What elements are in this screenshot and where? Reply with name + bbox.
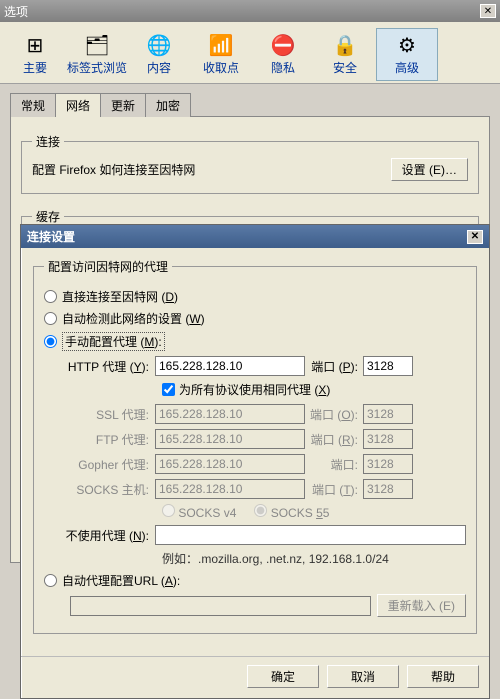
reload-button: 重新载入 (E) bbox=[377, 594, 466, 617]
gopher-proxy-row: Gopher 代理: 端口: bbox=[50, 454, 466, 474]
noproxy-input[interactable] bbox=[155, 525, 466, 545]
privacy-icon: ⛔ bbox=[271, 33, 295, 57]
ftp-proxy-row: FTP 代理: 端口 (R): bbox=[50, 429, 466, 449]
connection-settings-dialog: 连接设置 ✕ 配置访问因特网的代理 直接连接至因特网 (D) 自动检测此网络的设… bbox=[20, 224, 490, 699]
gopher-host-input bbox=[155, 454, 305, 474]
radio-autourl-row[interactable]: 自动代理配置URL (A): bbox=[44, 572, 466, 589]
ssl-port-input bbox=[363, 404, 413, 424]
http-host-input[interactable] bbox=[155, 356, 305, 376]
toolbar-item-privacy[interactable]: ⛔隐私 bbox=[252, 28, 314, 81]
tab-update[interactable]: 更新 bbox=[100, 93, 146, 117]
auto-url-input bbox=[70, 596, 371, 616]
proxy-config-group: 配置访问因特网的代理 直接连接至因特网 (D) 自动检测此网络的设置 (W) 手… bbox=[33, 258, 477, 634]
socks-v4: SOCKS v4 bbox=[162, 504, 236, 520]
gopher-port-input bbox=[363, 454, 413, 474]
noproxy-row: 不使用代理 (N): bbox=[50, 525, 466, 545]
ok-button[interactable]: 确定 bbox=[247, 665, 319, 688]
ftp-port-input bbox=[363, 429, 413, 449]
options-titlebar: 选项 ✕ bbox=[0, 0, 500, 22]
radio-direct-row[interactable]: 直接连接至因特网 (D) bbox=[44, 288, 466, 305]
connection-desc: 配置 Firefox 如何连接至因特网 bbox=[32, 161, 195, 178]
share-proxy-checkbox[interactable] bbox=[162, 383, 175, 396]
toolbar-item-tabs[interactable]: 🗂标签式浏览 bbox=[66, 28, 128, 81]
toolbar-item-main[interactable]: ⊞主要 bbox=[4, 28, 66, 81]
tabs-icon: 🗂 bbox=[85, 33, 109, 57]
cancel-button[interactable]: 取消 bbox=[327, 665, 399, 688]
ssl-proxy-row: SSL 代理: 端口 (O): bbox=[50, 404, 466, 424]
radio-manual[interactable] bbox=[44, 335, 57, 348]
toolbar-item-security[interactable]: 🔒安全 bbox=[314, 28, 376, 81]
dialog-titlebar: 连接设置 ✕ bbox=[21, 225, 489, 248]
dialog-title: 连接设置 bbox=[27, 228, 75, 245]
socks-v5: SOCKS 55 bbox=[254, 504, 329, 520]
socks-port-input bbox=[363, 479, 413, 499]
gear-icon: ⚙ bbox=[395, 33, 419, 57]
help-button[interactable]: 帮助 bbox=[407, 665, 479, 688]
tab-general[interactable]: 常规 bbox=[10, 93, 56, 117]
connection-group: 连接 配置 Firefox 如何连接至因特网 设置 (E)… bbox=[21, 133, 479, 194]
proxy-legend: 配置访问因特网的代理 bbox=[44, 258, 172, 275]
radio-autodetect[interactable] bbox=[44, 312, 57, 325]
globe-icon: 🌐 bbox=[147, 33, 171, 57]
socks-host-input bbox=[155, 479, 305, 499]
noproxy-example: 例如：.mozilla.org, .net.nz, 192.168.1.0/24 bbox=[162, 550, 466, 567]
cache-legend: 缓存 bbox=[32, 208, 64, 225]
dialog-footer: 确定 取消 帮助 bbox=[21, 656, 489, 698]
window-title: 选项 bbox=[4, 3, 28, 20]
tab-encryption[interactable]: 加密 bbox=[145, 93, 191, 117]
rss-icon: 📶 bbox=[209, 33, 233, 57]
radio-autourl[interactable] bbox=[44, 574, 57, 587]
radio-autodetect-row[interactable]: 自动检测此网络的设置 (W) bbox=[44, 310, 466, 327]
main-icon: ⊞ bbox=[23, 33, 47, 57]
ssl-host-input bbox=[155, 404, 305, 424]
ftp-host-input bbox=[155, 429, 305, 449]
auto-url-row: 重新载入 (E) bbox=[70, 594, 466, 617]
dialog-close-icon[interactable]: ✕ bbox=[467, 230, 483, 244]
toolbar-item-feeds[interactable]: 📶收取点 bbox=[190, 28, 252, 81]
http-proxy-row: HTTP 代理 (Y): 端口 (P): bbox=[50, 356, 466, 376]
toolbar-item-content[interactable]: 🌐内容 bbox=[128, 28, 190, 81]
radio-manual-row[interactable]: 手动配置代理 (M): bbox=[44, 332, 466, 351]
socks-version-row: SOCKS v4 SOCKS 55 bbox=[162, 504, 466, 520]
socks-proxy-row: SOCKS 主机: 端口 (T): bbox=[50, 479, 466, 499]
connection-legend: 连接 bbox=[32, 133, 64, 150]
category-toolbar: ⊞主要 🗂标签式浏览 🌐内容 📶收取点 ⛔隐私 🔒安全 ⚙高级 bbox=[0, 22, 500, 84]
close-icon[interactable]: ✕ bbox=[480, 4, 496, 18]
http-port-input[interactable] bbox=[363, 356, 413, 376]
toolbar-item-advanced[interactable]: ⚙高级 bbox=[376, 28, 438, 81]
share-proxy-row[interactable]: 为所有协议使用相同代理 (X) bbox=[162, 381, 466, 398]
tab-network[interactable]: 网络 bbox=[55, 93, 101, 117]
radio-direct[interactable] bbox=[44, 290, 57, 303]
settings-button[interactable]: 设置 (E)… bbox=[391, 158, 468, 181]
advanced-tabs: 常规 网络 更新 加密 bbox=[10, 92, 490, 116]
lock-icon: 🔒 bbox=[333, 33, 357, 57]
